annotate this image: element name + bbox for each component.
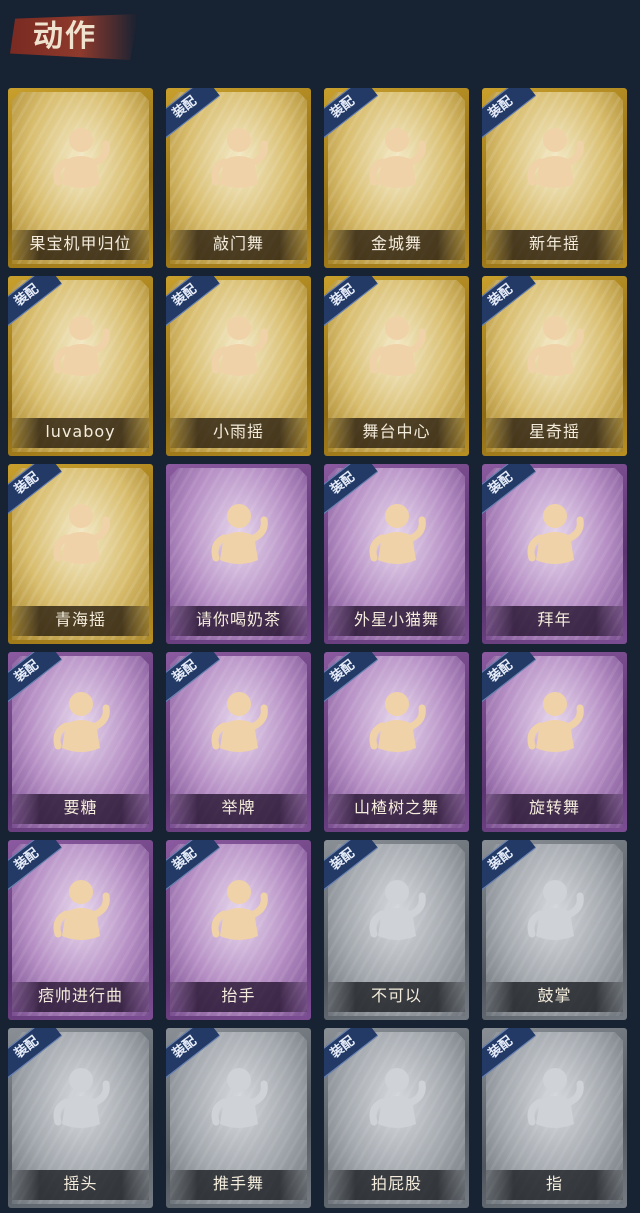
emote-name: 外星小猫舞	[353, 610, 439, 629]
emote-card[interactable]: 要糖 装配	[8, 652, 153, 832]
figure-raise-icon	[364, 686, 430, 772]
emote-name: 推手舞	[212, 1174, 264, 1193]
emote-card[interactable]: 外星小猫舞 装配	[324, 464, 469, 644]
emote-card[interactable]: 拜年 装配	[482, 464, 627, 644]
emote-card[interactable]: 痞帅进行曲 装配	[8, 840, 153, 1020]
emote-name: 敲门舞	[212, 234, 264, 253]
emote-name: 指	[545, 1174, 563, 1193]
figure-flex-icon	[48, 874, 114, 960]
figure-knock-icon	[206, 122, 272, 208]
emote-card[interactable]: 果宝机甲归位	[8, 88, 153, 268]
emote-card[interactable]: 舞台中心 装配	[324, 276, 469, 456]
emote-card[interactable]: 拍屁股 装配	[324, 1028, 469, 1208]
emote-card[interactable]: 不可以 装配	[324, 840, 469, 1020]
figure-reach-icon	[206, 874, 272, 960]
emote-name: 青海摇	[54, 610, 106, 629]
figure-sign-icon	[206, 686, 272, 772]
figure-reach-icon	[48, 686, 114, 772]
emote-name: 金城舞	[370, 234, 422, 253]
emote-name: 痞帅进行曲	[37, 986, 123, 1005]
emote-name: 星奇摇	[528, 422, 580, 441]
emote-card[interactable]: 举牌 装配	[166, 652, 311, 832]
emote-name: 拜年	[537, 610, 572, 629]
emote-name: 舞台中心	[362, 422, 431, 441]
emote-name: 抬手	[221, 986, 256, 1005]
emote-card[interactable]: 抬手 装配	[166, 840, 311, 1020]
figure-shake-icon	[206, 310, 272, 396]
emote-card[interactable]: 金城舞 装配	[324, 88, 469, 268]
emote-card[interactable]: 鼓掌 装配	[482, 840, 627, 1020]
figure-shake-icon	[48, 498, 114, 584]
figure-dance-icon	[364, 498, 430, 584]
section-title: 动作	[33, 19, 97, 54]
figure-sign-icon	[206, 498, 272, 584]
emote-name: 要糖	[63, 798, 98, 817]
emote-name: 山楂树之舞	[353, 798, 439, 817]
emote-card[interactable]: 摇头 装配	[8, 1028, 153, 1208]
figure-wave-icon	[364, 122, 430, 208]
emote-name: 旋转舞	[528, 798, 580, 817]
emote-name: 请你喝奶茶	[195, 610, 281, 629]
figure-dance-icon	[48, 310, 114, 396]
figure-pose-icon	[48, 1062, 114, 1148]
figure-finger-icon	[364, 874, 430, 960]
figure-walk-icon	[364, 1062, 430, 1148]
emote-card[interactable]: 指装配	[482, 1028, 627, 1208]
figure-dance-icon	[48, 122, 114, 208]
emote-card[interactable]: 推手舞 装配	[166, 1028, 311, 1208]
emote-card[interactable]: 新年摇 装配	[482, 88, 627, 268]
emote-card[interactable]: 青海摇 装配	[8, 464, 153, 644]
section-header: 动作	[0, 0, 640, 80]
emote-name: luvaboy	[45, 422, 116, 441]
emote-card[interactable]: 星奇摇 装配	[482, 276, 627, 456]
emote-card[interactable]: 小雨摇 装配	[166, 276, 311, 456]
figure-pose-icon	[364, 310, 430, 396]
figure-spin-icon	[522, 686, 588, 772]
emote-name: 举牌	[221, 798, 256, 817]
figure-shake-icon	[522, 122, 588, 208]
emote-card[interactable]: 旋转舞 装配	[482, 652, 627, 832]
emote-card[interactable]: 请你喝奶茶	[166, 464, 311, 644]
emote-card[interactable]: 山楂树之舞 装配	[324, 652, 469, 832]
emote-name: 鼓掌	[537, 986, 572, 1005]
figure-punch-icon	[522, 310, 588, 396]
emote-card[interactable]: luvaboy 装配	[8, 276, 153, 456]
emote-name: 摇头	[63, 1174, 98, 1193]
emote-name: 拍屁股	[370, 1174, 422, 1193]
figure-point-icon	[522, 1062, 588, 1148]
figure-bow-icon	[522, 498, 588, 584]
emote-name: 新年摇	[528, 234, 580, 253]
figure-clap-icon	[522, 874, 588, 960]
emote-name: 小雨摇	[212, 422, 264, 441]
emote-name: 不可以	[370, 986, 422, 1005]
emote-card[interactable]: 敲门舞 装配	[166, 88, 311, 268]
emote-name: 果宝机甲归位	[29, 234, 132, 253]
figure-push-icon	[206, 1062, 272, 1148]
